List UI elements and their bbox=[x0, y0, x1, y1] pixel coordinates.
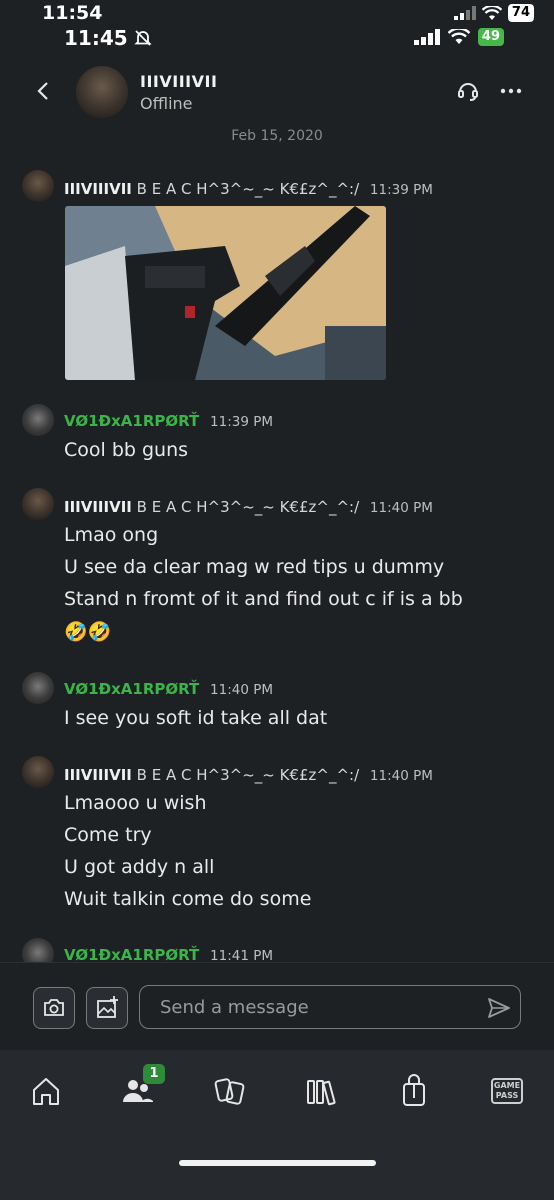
message-time: 11:41 PM bbox=[210, 948, 274, 962]
message-text: U got addy n all bbox=[64, 856, 215, 878]
photo-image bbox=[65, 206, 386, 380]
sender-name[interactable]: VØ1ÐxA1RPØRŤ bbox=[64, 946, 199, 962]
message-emoji: 🤣🤣 bbox=[64, 621, 112, 643]
outer-status-indicators: 74 bbox=[453, 4, 534, 22]
home-indicator bbox=[179, 1160, 376, 1166]
sender-gamertag: B E A C H^3^~_~ K€£z^_^:/ bbox=[136, 766, 360, 784]
outer-status-time: 11:54 bbox=[42, 2, 103, 24]
game-pass-icon[interactable]: GAME PASS bbox=[491, 1078, 523, 1104]
message-time: 11:40 PM bbox=[369, 500, 433, 516]
inner-status-time: 11:45 bbox=[64, 26, 152, 50]
message-meta: IIIVIIIVII B E A C H^3^~_~ K€£z^_^:/ 11:… bbox=[64, 766, 433, 784]
inner-cellular-signal-icon bbox=[413, 29, 440, 45]
inner-battery-level: 49 bbox=[477, 28, 504, 46]
sender-avatar[interactable] bbox=[22, 404, 54, 436]
contact-status: Offline bbox=[140, 94, 193, 113]
contact-name: IIIVIIIVII bbox=[140, 72, 218, 91]
sender-name[interactable]: VØ1ÐxA1RPØRŤ bbox=[64, 412, 199, 430]
wifi-icon bbox=[481, 5, 502, 20]
message-text: Wuit talkin come do some bbox=[64, 888, 312, 910]
sender-name[interactable]: IIIVIIIVII bbox=[64, 498, 132, 516]
message-meta: VØ1ÐxA1RPØRŤ 11:40 PM bbox=[64, 680, 273, 698]
message-input-placeholder: Send a message bbox=[160, 997, 309, 1018]
camera-button[interactable] bbox=[33, 987, 75, 1029]
message-text: I see you soft id take all dat bbox=[64, 707, 328, 729]
home-icon[interactable] bbox=[29, 1074, 63, 1108]
sender-avatar[interactable] bbox=[22, 672, 54, 704]
message-text: Lmao ong bbox=[64, 524, 159, 546]
message-time: 11:40 PM bbox=[369, 768, 433, 784]
message-meta: VØ1ÐxA1RPØRŤ 11:41 PM bbox=[64, 946, 273, 962]
message-meta: IIIVIIIVII B E A C H^3^~_~ K€£z^_^:/ 11:… bbox=[64, 180, 433, 198]
sender-name[interactable]: IIIVIIIVII bbox=[64, 766, 132, 784]
inner-wifi-icon bbox=[447, 29, 470, 44]
message-text: Stand n fromt of it and find out c if is… bbox=[64, 588, 463, 610]
contact-avatar[interactable] bbox=[76, 66, 128, 118]
cellular-signal-icon bbox=[453, 6, 476, 20]
sender-name[interactable]: VØ1ÐxA1RPØRŤ bbox=[64, 680, 199, 698]
inner-time-text: 11:45 bbox=[64, 26, 128, 50]
inner-status-indicators: 49 bbox=[413, 28, 504, 46]
message-text: Lmaooo u wish bbox=[64, 792, 207, 814]
message-text: U see da clear mag w red tips u dummy bbox=[64, 556, 445, 578]
message-text: Come try bbox=[64, 824, 152, 846]
social-icon[interactable] bbox=[213, 1074, 247, 1108]
game-pass-label-bottom: PASS bbox=[495, 1091, 519, 1100]
outer-battery-level: 74 bbox=[507, 4, 534, 22]
sender-gamertag: B E A C H^3^~_~ K€£z^_^:/ bbox=[136, 180, 360, 198]
party-headset-icon[interactable] bbox=[455, 78, 481, 104]
more-options-icon[interactable] bbox=[498, 78, 524, 104]
message-time: 11:39 PM bbox=[210, 414, 274, 430]
sender-name[interactable]: IIIVIIIVII bbox=[64, 180, 132, 198]
sender-avatar[interactable] bbox=[22, 170, 54, 202]
gallery-button[interactable] bbox=[86, 987, 128, 1029]
game-pass-label-top: GAME bbox=[493, 1081, 521, 1090]
sender-avatar[interactable] bbox=[22, 756, 54, 788]
image-add-icon bbox=[97, 996, 118, 1018]
sender-avatar[interactable] bbox=[22, 938, 54, 962]
message-meta: IIIVIIIVII B E A C H^3^~_~ K€£z^_^:/ 11:… bbox=[64, 498, 433, 516]
sender-gamertag: B E A C H^3^~_~ K€£z^_^:/ bbox=[136, 498, 360, 516]
message-text: Cool bb guns bbox=[64, 439, 189, 461]
send-icon[interactable] bbox=[486, 995, 512, 1021]
message-meta: VØ1ÐxA1RPØRŤ 11:39 PM bbox=[64, 412, 273, 430]
sender-avatar[interactable] bbox=[22, 488, 54, 520]
bottom-tab-bar bbox=[0, 1050, 554, 1200]
silent-bell-icon bbox=[133, 30, 152, 46]
store-icon[interactable] bbox=[397, 1074, 431, 1108]
message-time: 11:39 PM bbox=[369, 182, 433, 198]
library-icon[interactable] bbox=[305, 1074, 339, 1108]
message-feed[interactable]: IIIVIIIVII B E A C H^3^~_~ K€£z^_^:/ 11:… bbox=[0, 140, 554, 962]
message-time: 11:40 PM bbox=[210, 682, 274, 698]
back-arrow-icon[interactable] bbox=[30, 78, 56, 104]
camera-icon bbox=[44, 999, 64, 1016]
friends-badge: 1 bbox=[143, 1064, 165, 1084]
shared-photo[interactable] bbox=[65, 206, 386, 380]
